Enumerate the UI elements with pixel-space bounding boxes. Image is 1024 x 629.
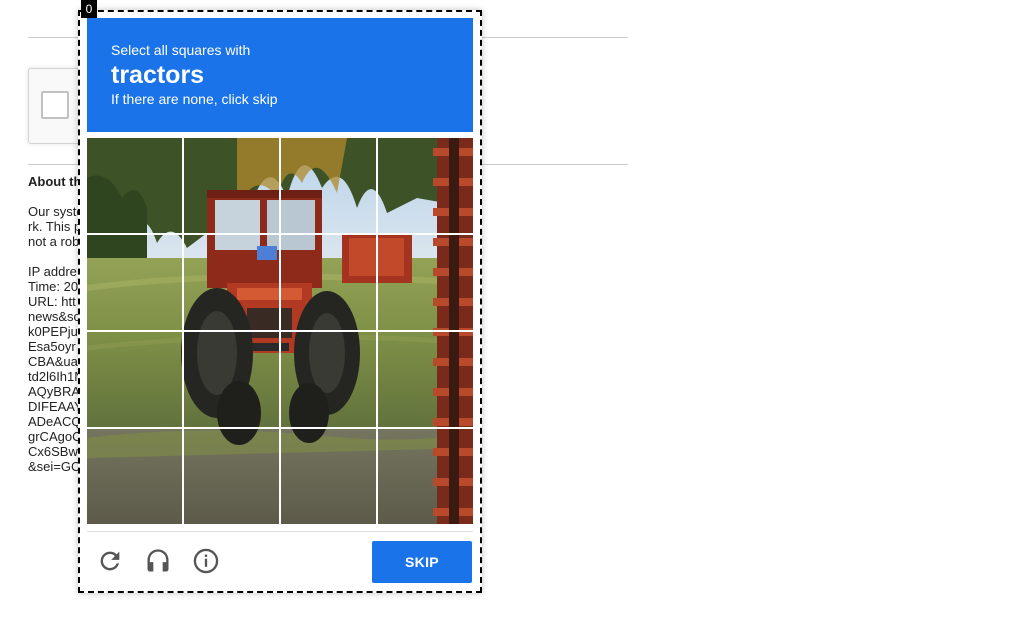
instruction-text: Select all squares with [111,42,251,58]
info-line: CBA&ua [28,354,78,369]
grid-tile-r2c1[interactable] [87,235,182,330]
info-line: Time: 20 [28,279,79,294]
paragraph-line: Our syste [28,204,84,219]
info-line: URL: htt [28,294,76,309]
info-line: Esa5oyr [28,339,76,354]
skip-button[interactable]: SKIP [372,541,472,583]
reload-icon[interactable] [94,545,126,577]
target-keyword: tractors [111,61,205,89]
grid-tile-r4c1[interactable] [87,429,182,524]
info-line: news&sc [28,309,81,324]
recaptcha-checkbox[interactable] [41,91,69,119]
grid-tile-r3c2[interactable] [184,332,279,427]
info-line: ADeACQ [28,414,82,429]
info-line: IP addre [28,264,77,279]
grid-tile-r4c4[interactable] [378,429,473,524]
grid-tile-r2c4[interactable] [378,235,473,330]
hint-text: If there are none, click skip [111,91,278,107]
captcha-header: Select all squares with tractors If ther… [87,18,473,132]
grid-tile-r1c1[interactable] [87,138,182,233]
grid-tile-r3c4[interactable] [378,332,473,427]
grid-tile-r1c2[interactable] [184,138,279,233]
captcha-image-grid [87,138,473,524]
grid-tile-r2c3[interactable] [281,235,376,330]
info-line: grCAgoC [28,429,82,444]
grid-tile-r3c1[interactable] [87,332,182,427]
info-line: AQyBRA [28,384,81,399]
footer-divider [87,531,473,532]
grid-tile-r3c3[interactable] [281,332,376,427]
info-line: td2l6Ih1N [28,369,84,384]
info-line: DIFEAAY [28,399,83,414]
headphones-icon[interactable] [142,545,174,577]
paragraph-line: rk. This p [28,219,82,234]
grid-tile-r4c2[interactable] [184,429,279,524]
frame-index-label: 0 [81,0,97,18]
info-line: &sei=GC [28,459,81,474]
paragraph-line: not a rob [28,234,80,249]
info-icon[interactable] [190,545,222,577]
grid-tile-r2c2[interactable] [184,235,279,330]
info-line: Cx6SBw [28,444,78,459]
info-line: k0PEPju [28,324,78,339]
grid-tile-r4c3[interactable] [281,429,376,524]
grid-tile-r1c3[interactable] [281,138,376,233]
grid-tile-r1c4[interactable] [378,138,473,233]
about-heading: About th [28,174,82,189]
